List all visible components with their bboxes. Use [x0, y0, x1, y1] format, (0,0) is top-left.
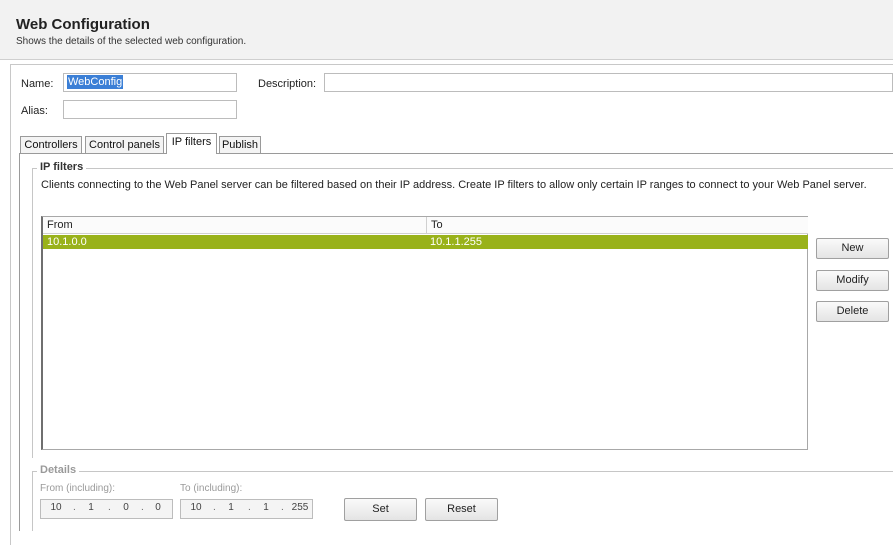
from-octet-2: 1	[88, 502, 94, 513]
to-octet-3: 1	[263, 502, 269, 513]
column-header-to[interactable]: To	[426, 217, 808, 234]
column-header-from[interactable]: From	[43, 217, 426, 234]
description-field[interactable]	[324, 73, 893, 92]
dot-separator: .	[108, 502, 111, 513]
details-group-title: Details	[37, 464, 80, 476]
alias-field[interactable]	[63, 100, 237, 119]
page-subtitle: Shows the details of the selected web co…	[16, 36, 247, 47]
name-field[interactable]: WebConfig	[63, 73, 237, 92]
page-header: Web Configuration Shows the details of t…	[0, 0, 893, 60]
from-octet-1: 10	[50, 502, 62, 513]
from-octet-4: 0	[155, 502, 161, 513]
dot-separator: .	[73, 502, 76, 513]
row-to-cell: 10.1.1.255	[430, 236, 482, 248]
dot-separator: .	[248, 502, 251, 513]
ip-filters-description: Clients connecting to the Web Panel serv…	[41, 179, 867, 191]
modify-button[interactable]: Modify	[816, 270, 889, 291]
row-from-cell: 10.1.0.0	[47, 236, 87, 248]
name-field-value: WebConfig	[67, 75, 124, 89]
tab-ip-filters[interactable]: IP filters	[166, 133, 217, 154]
table-row[interactable]: 10.1.0.0 10.1.1.255	[43, 235, 808, 249]
tab-publish[interactable]: Publish	[219, 136, 261, 154]
reset-button[interactable]: Reset	[425, 498, 498, 521]
to-including-label: To (including):	[180, 483, 243, 494]
dot-separator: .	[213, 502, 216, 513]
from-including-label: From (including):	[40, 483, 116, 494]
tab-control-panels[interactable]: Control panels	[85, 136, 164, 154]
delete-button[interactable]: Delete	[816, 301, 889, 322]
to-octet-2: 1	[228, 502, 234, 513]
to-ip-field[interactable]: 10 . 1 . 1 . 255	[180, 499, 313, 519]
ip-filters-group-title: IP filters	[37, 161, 87, 173]
tab-controllers[interactable]: Controllers	[20, 136, 82, 154]
page-title: Web Configuration	[16, 16, 150, 33]
name-label: Name:	[21, 78, 54, 90]
to-octet-4: 255	[291, 502, 309, 513]
dot-separator: .	[281, 502, 284, 513]
from-ip-field[interactable]: 10 . 1 . 0 . 0	[40, 499, 173, 519]
new-button[interactable]: New	[816, 238, 889, 259]
to-octet-1: 10	[190, 502, 202, 513]
dot-separator: .	[141, 502, 144, 513]
from-octet-3: 0	[123, 502, 129, 513]
ip-filters-table: From To 10.1.0.0 10.1.1.255	[41, 216, 808, 450]
description-label: Description:	[258, 78, 317, 90]
alias-label: Alias:	[21, 105, 48, 117]
set-button[interactable]: Set	[344, 498, 417, 521]
